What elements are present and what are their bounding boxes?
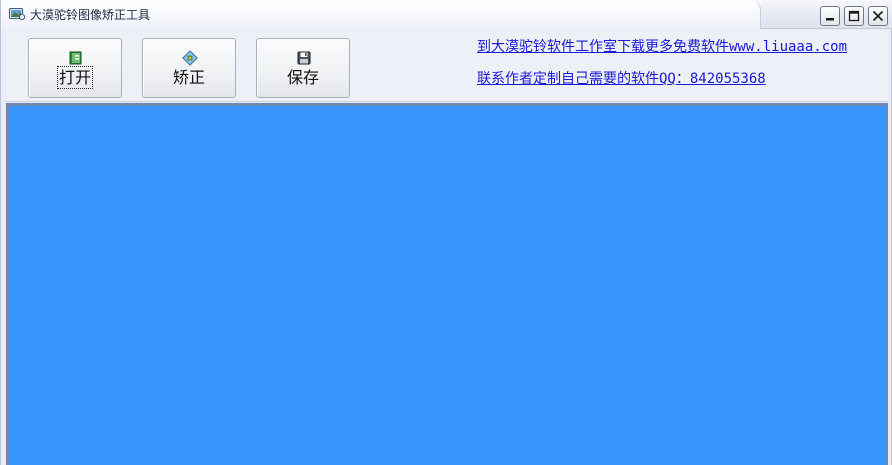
open-book-icon (69, 51, 82, 65)
minimize-button[interactable] (820, 6, 840, 26)
toolbar: 打开 矫正 保存 到大漠驼铃软件工作室下载更多免费软件www.liuaaa.co… (6, 30, 888, 102)
correct-button-label: 矫正 (172, 68, 205, 87)
contact-link[interactable]: 联系作者定制自己需要的软件QQ：842055368 (477, 70, 766, 88)
image-canvas[interactable] (9, 106, 885, 465)
maximize-button[interactable] (844, 6, 864, 26)
minimize-icon (826, 18, 834, 21)
open-button[interactable]: 打开 (28, 38, 122, 98)
window-title: 大漠驼铃图像矫正工具 (30, 8, 151, 22)
close-button[interactable] (868, 6, 888, 26)
save-button[interactable]: 保存 (256, 38, 350, 98)
correct-button[interactable]: 矫正 (142, 38, 236, 98)
close-icon (872, 10, 884, 22)
image-panel-frame (6, 103, 888, 465)
open-button-label: 打开 (56, 66, 94, 89)
image-app-icon[interactable] (9, 7, 25, 21)
image-correct-icon (182, 50, 198, 66)
maximize-icon (848, 10, 860, 22)
save-button-label: 保存 (286, 68, 319, 87)
title-bar[interactable]: 大漠驼铃图像矫正工具 (1, 0, 892, 29)
download-link[interactable]: 到大漠驼铃软件工作室下载更多免费软件www.liuaaa.com (477, 38, 847, 56)
app-window: 大漠驼铃图像矫正工具 打开 矫正 保存 到大漠驼铃软件工作室下载更多免费软件ww… (0, 0, 892, 465)
floppy-disk-icon (297, 51, 311, 65)
